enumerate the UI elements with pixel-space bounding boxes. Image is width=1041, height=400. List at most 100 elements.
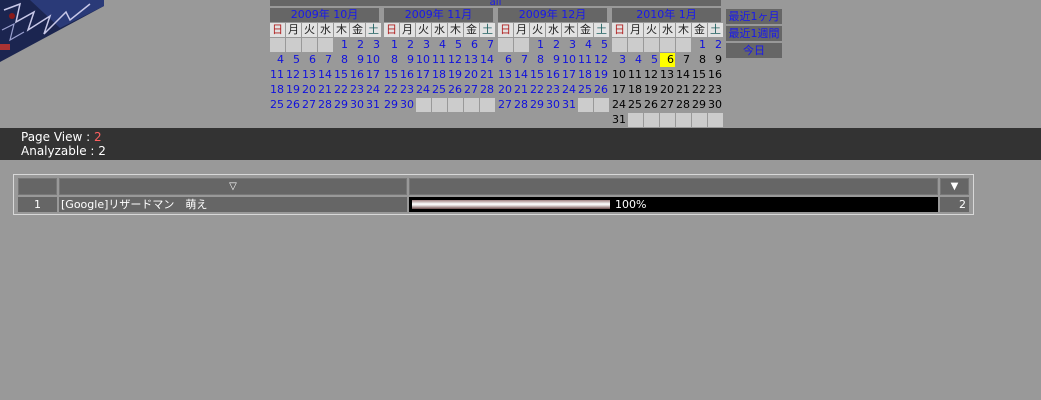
calendar-day[interactable]: 18 — [270, 83, 285, 97]
calendar-day[interactable]: 5 — [594, 38, 609, 52]
calendar-day[interactable]: 11 — [578, 53, 593, 67]
calendar-day[interactable]: 1 — [692, 38, 707, 52]
calendar-day[interactable]: 31 — [366, 98, 381, 112]
calendar-day[interactable]: 22 — [334, 83, 349, 97]
calendar-day[interactable]: 24 — [416, 83, 431, 97]
calendar-day[interactable]: 4 — [578, 38, 593, 52]
calendar-day[interactable]: 20 — [498, 83, 513, 97]
calendar-day[interactable]: 15 — [384, 68, 399, 82]
last-month-button[interactable]: 最近1ヶ月 — [726, 9, 782, 24]
calendar-day[interactable]: 5 — [644, 53, 659, 67]
calendar-day[interactable]: 5 — [286, 53, 301, 67]
calendar-day[interactable]: 18 — [432, 68, 447, 82]
calendar-day[interactable]: 30 — [350, 98, 365, 112]
calendar-day[interactable]: 11 — [432, 53, 447, 67]
sort-asc-icon[interactable]: ▽ — [229, 181, 237, 192]
calendar-day[interactable]: 9 — [400, 53, 415, 67]
calendar-day[interactable]: 14 — [514, 68, 529, 82]
calendar-day[interactable]: 9 — [350, 53, 365, 67]
calendar-day[interactable]: 7 — [514, 53, 529, 67]
calendar-day[interactable]: 8 — [334, 53, 349, 67]
calendar-day[interactable]: 19 — [286, 83, 301, 97]
calendar-day[interactable]: 27 — [302, 98, 317, 112]
calendar-day[interactable]: 6 — [660, 53, 675, 67]
calendar-day[interactable]: 19 — [594, 68, 609, 82]
calendar-day[interactable]: 23 — [546, 83, 561, 97]
calendar-day[interactable]: 20 — [464, 68, 479, 82]
calendar-month-title[interactable]: 2009年 11月 — [384, 8, 493, 22]
calendar-day[interactable]: 4 — [270, 53, 285, 67]
calendar-day[interactable]: 30 — [400, 98, 415, 112]
calendar-day[interactable]: 26 — [286, 98, 301, 112]
calendar-day[interactable]: 3 — [612, 53, 627, 67]
calendar-day[interactable]: 22 — [384, 83, 399, 97]
calendar-day[interactable]: 24 — [562, 83, 577, 97]
calendar-day[interactable]: 22 — [530, 83, 545, 97]
header-count-sort[interactable]: ▼ — [940, 178, 969, 195]
calendar-day[interactable]: 12 — [448, 53, 463, 67]
calendar-day[interactable]: 30 — [546, 98, 561, 112]
calendar-day[interactable]: 25 — [578, 83, 593, 97]
calendar-day[interactable]: 2 — [350, 38, 365, 52]
calendar-day[interactable]: 27 — [498, 98, 513, 112]
calendar-day[interactable]: 2 — [546, 38, 561, 52]
calendar-day[interactable]: 16 — [546, 68, 561, 82]
calendar-day[interactable]: 8 — [530, 53, 545, 67]
calendar-day[interactable]: 26 — [448, 83, 463, 97]
calendar-day[interactable]: 29 — [530, 98, 545, 112]
calendar-day[interactable]: 3 — [562, 38, 577, 52]
calendar-day[interactable]: 16 — [400, 68, 415, 82]
calendar-day[interactable]: 9 — [546, 53, 561, 67]
calendar-day[interactable]: 29 — [384, 98, 399, 112]
calendar-day[interactable]: 13 — [302, 68, 317, 82]
calendar-day[interactable]: 2 — [708, 38, 723, 52]
calendar-day[interactable]: 28 — [480, 83, 495, 97]
calendar-day[interactable]: 29 — [334, 98, 349, 112]
calendar-day[interactable]: 24 — [366, 83, 381, 97]
calendar-day[interactable]: 25 — [270, 98, 285, 112]
calendar-day[interactable]: 6 — [464, 38, 479, 52]
calendar-day[interactable]: 15 — [530, 68, 545, 82]
calendar-day[interactable]: 6 — [302, 53, 317, 67]
calendar-month-title[interactable]: 2010年 1月 — [612, 8, 721, 22]
all-link[interactable]: all — [270, 0, 721, 6]
calendar-day[interactable]: 17 — [416, 68, 431, 82]
calendar-day[interactable]: 14 — [480, 53, 495, 67]
calendar-day[interactable]: 11 — [270, 68, 285, 82]
today-button[interactable]: 今日 — [726, 43, 782, 58]
calendar-day[interactable]: 23 — [400, 83, 415, 97]
calendar-day[interactable]: 3 — [416, 38, 431, 52]
calendar-day[interactable]: 10 — [416, 53, 431, 67]
calendar-day[interactable]: 4 — [628, 53, 643, 67]
calendar-day[interactable]: 4 — [432, 38, 447, 52]
calendar-day[interactable]: 12 — [594, 53, 609, 67]
calendar-day[interactable]: 1 — [530, 38, 545, 52]
calendar-day[interactable]: 1 — [384, 38, 399, 52]
calendar-day[interactable]: 23 — [350, 83, 365, 97]
calendar-day[interactable]: 17 — [366, 68, 381, 82]
last-week-button[interactable]: 最近1週間 — [726, 26, 782, 41]
calendar-day[interactable]: 25 — [432, 83, 447, 97]
calendar-day[interactable]: 15 — [334, 68, 349, 82]
calendar-day[interactable]: 21 — [514, 83, 529, 97]
calendar-day[interactable]: 20 — [302, 83, 317, 97]
sort-desc-icon[interactable]: ▼ — [951, 181, 959, 192]
calendar-month-title[interactable]: 2009年 10月 — [270, 8, 379, 22]
calendar-day[interactable]: 8 — [384, 53, 399, 67]
calendar-day[interactable]: 6 — [498, 53, 513, 67]
calendar-day[interactable]: 10 — [562, 53, 577, 67]
calendar-day[interactable]: 3 — [366, 38, 381, 52]
calendar-day[interactable]: 1 — [334, 38, 349, 52]
calendar-day[interactable]: 19 — [448, 68, 463, 82]
calendar-day[interactable]: 13 — [464, 53, 479, 67]
calendar-month-title[interactable]: 2009年 12月 — [498, 8, 607, 22]
calendar-day[interactable]: 21 — [318, 83, 333, 97]
calendar-day[interactable]: 14 — [318, 68, 333, 82]
calendar-day[interactable]: 10 — [366, 53, 381, 67]
calendar-day[interactable]: 7 — [318, 53, 333, 67]
calendar-day[interactable]: 16 — [350, 68, 365, 82]
calendar-day[interactable]: 21 — [480, 68, 495, 82]
header-keyword-sort[interactable]: ▽ — [59, 178, 407, 195]
calendar-day[interactable]: 17 — [562, 68, 577, 82]
calendar-day[interactable]: 18 — [578, 68, 593, 82]
